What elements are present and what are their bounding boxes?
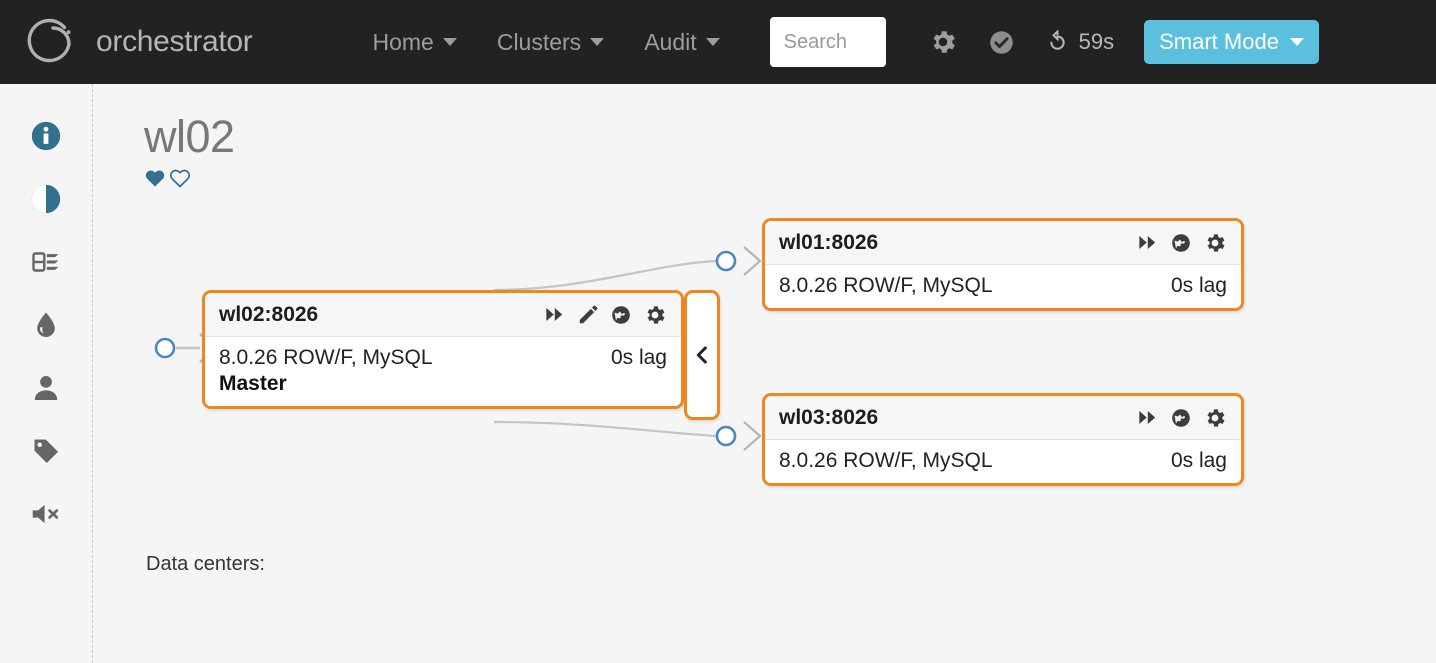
node-version: 8.0.26 ROW/F, MySQL — [219, 346, 433, 369]
nav-label-audit: Audit — [644, 28, 697, 55]
smart-mode-label: Smart Mode — [1159, 29, 1279, 54]
search-input[interactable] — [769, 17, 886, 67]
left-sidebar — [0, 84, 93, 663]
gear-icon[interactable] — [928, 27, 958, 57]
brand[interactable]: orchestrator — [24, 14, 253, 70]
user-icon — [34, 376, 58, 400]
contrast-icon — [31, 184, 61, 214]
node-actions — [1136, 406, 1227, 430]
node-body: 8.0.26 ROW/F, MySQL 0s lag — [765, 440, 1241, 483]
chevron-down-icon — [590, 38, 605, 46]
top-navbar: orchestrator Home Clusters Audit Search … — [0, 0, 1436, 84]
gear-icon[interactable] — [643, 303, 667, 327]
gear-icon[interactable] — [1203, 231, 1227, 255]
collapse-downstream-tab[interactable] — [684, 290, 720, 420]
node-title: wl02:8026 — [219, 302, 319, 326]
nav-item-clusters[interactable]: Clusters — [477, 29, 624, 56]
sidebar-item-info[interactable] — [28, 118, 64, 154]
globe-icon[interactable] — [1170, 407, 1192, 429]
topology-node-wl03[interactable]: wl03:8026 8.0.26 ROW/F, MySQL 0s lag — [762, 393, 1244, 486]
topology-anchor-wl01[interactable] — [715, 250, 737, 272]
chevron-down-icon — [442, 38, 457, 46]
caret-down-icon — [1289, 38, 1304, 46]
info-icon — [31, 121, 61, 151]
droplet-icon — [37, 312, 55, 337]
server-icon — [32, 252, 59, 272]
node-detail-row: 8.0.26 ROW/F, MySQL 0s lag — [779, 274, 1227, 298]
node-header: wl03:8026 — [765, 396, 1241, 440]
refresh-label: 59s — [1078, 29, 1115, 54]
main-content: wl02 wl02:8026 8.0.26 ROW/F, MySQL 0s la… — [94, 84, 1436, 663]
node-body: 8.0.26 ROW/F, MySQL 0s lag Master — [205, 337, 681, 406]
header-icon-group: 59s — [928, 27, 1114, 57]
nav-label-home: Home — [372, 28, 434, 55]
chevron-left-icon — [696, 346, 707, 364]
chevron-down-icon — [705, 38, 720, 46]
nav-item-home[interactable]: Home — [352, 29, 476, 56]
node-lag: 0s lag — [1170, 449, 1227, 472]
sidebar-item-user[interactable] — [28, 370, 64, 406]
node-lag: 0s lag — [610, 346, 667, 369]
orchestrator-ring-logo-icon — [24, 14, 80, 70]
check-circle-icon[interactable] — [988, 29, 1015, 56]
gear-icon[interactable] — [1203, 406, 1227, 430]
node-detail-row: 8.0.26 ROW/F, MySQL 0s lag — [779, 449, 1227, 473]
topology-node-master[interactable]: wl02:8026 8.0.26 ROW/F, MySQL 0s lag Mas… — [202, 290, 684, 409]
smart-mode-button[interactable]: Smart Mode — [1144, 20, 1319, 64]
fast-forward-icon[interactable] — [1136, 406, 1159, 429]
node-version: 8.0.26 ROW/F, MySQL — [779, 274, 993, 297]
topology-node-wl01[interactable]: wl01:8026 8.0.26 ROW/F, MySQL 0s lag — [762, 218, 1244, 311]
node-actions — [1136, 231, 1227, 255]
sidebar-item-compare[interactable] — [28, 181, 64, 217]
fast-forward-icon[interactable] — [1136, 231, 1159, 254]
topology-anchor-wl03[interactable] — [715, 425, 737, 447]
sidebar-item-mute[interactable] — [28, 496, 64, 532]
mute-icon — [32, 504, 59, 524]
node-title: wl01:8026 — [779, 230, 879, 254]
node-detail-row: 8.0.26 ROW/F, MySQL 0s lag — [219, 346, 667, 370]
sidebar-item-blood[interactable] — [28, 307, 64, 343]
node-body: 8.0.26 ROW/F, MySQL 0s lag — [765, 265, 1241, 308]
nav-item-audit[interactable]: Audit — [624, 29, 739, 56]
refresh-countdown[interactable]: 59s — [1045, 29, 1114, 55]
tag-icon — [34, 439, 58, 463]
node-header: wl01:8026 — [765, 221, 1241, 265]
sidebar-item-pools[interactable] — [28, 244, 64, 280]
globe-icon[interactable] — [1170, 232, 1192, 254]
cluster-topology: wl02:8026 8.0.26 ROW/F, MySQL 0s lag Mas… — [94, 84, 1436, 663]
refresh-icon — [1049, 29, 1065, 50]
node-role: Master — [219, 372, 287, 395]
data-centers-label: Data centers: — [146, 553, 265, 575]
node-actions — [543, 303, 667, 327]
sidebar-item-tags[interactable] — [28, 433, 64, 469]
node-version: 8.0.26 ROW/F, MySQL — [779, 449, 993, 472]
globe-icon[interactable] — [610, 304, 632, 326]
nav-label-clusters: Clusters — [496, 28, 582, 55]
node-lag: 0s lag — [1170, 274, 1227, 297]
brand-name: orchestrator — [96, 25, 253, 58]
node-header: wl02:8026 — [205, 293, 681, 337]
nav-links: Home Clusters Audit — [352, 29, 739, 56]
fast-forward-icon[interactable] — [543, 303, 566, 326]
pencil-icon[interactable] — [577, 304, 599, 326]
node-title: wl03:8026 — [779, 405, 879, 429]
topology-anchor-master[interactable] — [154, 337, 176, 359]
